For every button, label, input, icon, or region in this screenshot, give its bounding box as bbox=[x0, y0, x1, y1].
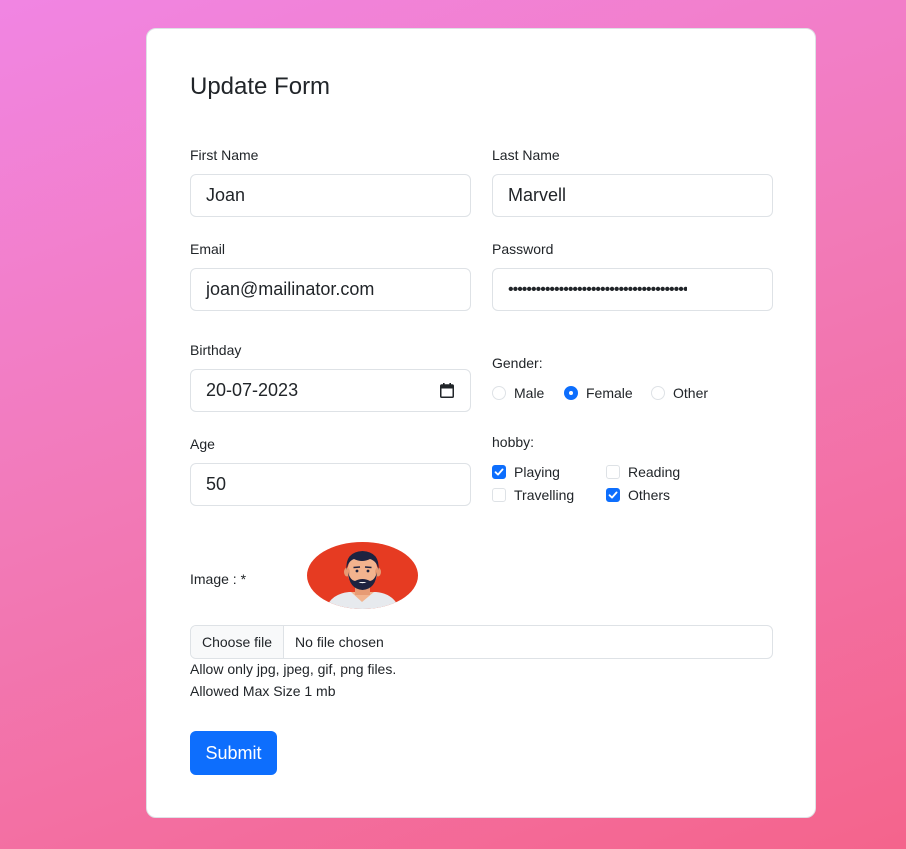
reading-label: Reading bbox=[628, 464, 681, 480]
first-name-label: First Name bbox=[190, 147, 259, 163]
last-name-label: Last Name bbox=[492, 147, 560, 163]
hobby-option-others[interactable]: Others bbox=[606, 487, 670, 503]
hobby-option-reading[interactable]: Reading bbox=[606, 464, 680, 480]
male-radio-label: Male bbox=[514, 385, 545, 401]
gender-option-female[interactable]: Female bbox=[564, 385, 633, 401]
update-form-card: Update Form First Name Joan Last Name Ma… bbox=[146, 28, 816, 818]
file-status-text: No file chosen bbox=[295, 634, 384, 650]
image-label: Image : * bbox=[190, 571, 247, 587]
choose-file-button[interactable]: Choose file bbox=[191, 626, 285, 658]
travelling-checkbox[interactable] bbox=[492, 488, 506, 502]
submit-button[interactable]: Submit bbox=[190, 731, 277, 775]
calendar-icon[interactable] bbox=[440, 383, 454, 398]
other-radio[interactable] bbox=[651, 386, 665, 400]
other-radio-label: Other bbox=[673, 385, 709, 401]
gender-label: Gender: bbox=[492, 355, 543, 371]
password-value: ••••••••••••••••••••••••••••••••••••••• bbox=[508, 280, 688, 298]
gender-option-male[interactable]: Male bbox=[492, 385, 544, 401]
file-size-hint: Allowed Max Size 1 mb bbox=[190, 683, 336, 699]
last-name-input[interactable]: Marvell bbox=[492, 174, 773, 217]
birthday-value: 20-07-2023 bbox=[206, 380, 299, 400]
hobby-option-travelling[interactable]: Travelling bbox=[492, 487, 574, 503]
avatar-icon bbox=[307, 542, 418, 609]
email-label: Email bbox=[190, 241, 226, 257]
age-label: Age bbox=[190, 436, 215, 452]
others-checkbox[interactable] bbox=[606, 488, 620, 502]
birthday-label: Birthday bbox=[190, 342, 242, 358]
male-radio[interactable] bbox=[492, 386, 506, 400]
playing-label: Playing bbox=[514, 464, 560, 480]
age-input[interactable]: 50 bbox=[190, 463, 471, 506]
password-input[interactable]: ••••••••••••••••••••••••••••••••••••••• bbox=[492, 268, 773, 311]
others-label: Others bbox=[628, 487, 671, 503]
female-radio-label: Female bbox=[586, 385, 633, 401]
hobby-label: hobby: bbox=[492, 434, 535, 450]
hobby-option-playing[interactable]: Playing bbox=[492, 464, 560, 480]
file-type-hint: Allow only jpg, jpeg, gif, png files. bbox=[190, 661, 397, 677]
female-radio[interactable] bbox=[564, 386, 578, 400]
travelling-label: Travelling bbox=[514, 487, 575, 503]
email-input[interactable]: joan@mailinator.com bbox=[190, 268, 471, 311]
check-icon bbox=[608, 491, 618, 499]
password-label: Password bbox=[492, 241, 554, 257]
image-file-input[interactable]: Choose file No file chosen bbox=[190, 625, 773, 659]
first-name-input[interactable]: Joan bbox=[190, 174, 471, 217]
reading-checkbox[interactable] bbox=[606, 465, 620, 479]
gender-option-other[interactable]: Other bbox=[651, 385, 708, 401]
check-icon bbox=[494, 468, 504, 476]
playing-checkbox[interactable] bbox=[492, 465, 506, 479]
form-title: Update Form bbox=[190, 73, 331, 100]
birthday-input[interactable]: 20-07-2023 bbox=[190, 369, 471, 412]
